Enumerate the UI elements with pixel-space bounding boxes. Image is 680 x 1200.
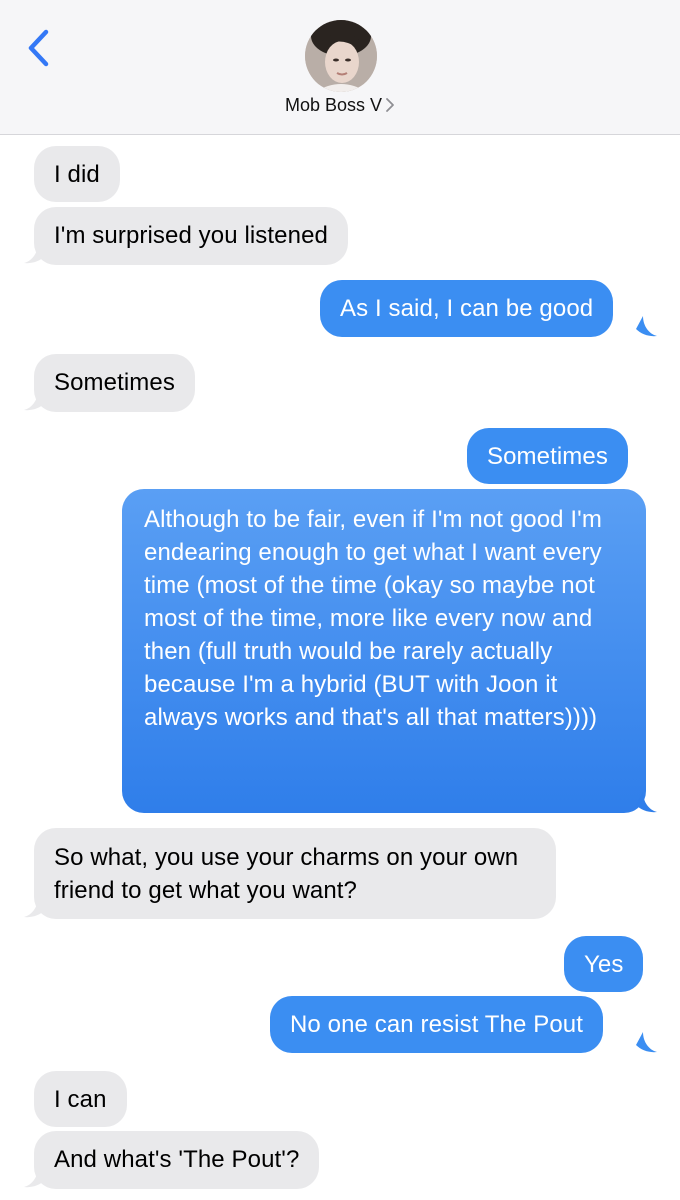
message-text: Although to be fair, even if I'm not goo… xyxy=(144,506,602,731)
message-text: So what, you use your charms on your own… xyxy=(54,844,519,904)
message-bubble-outgoing[interactable]: Yes xyxy=(564,936,644,992)
bubble-tail-icon xyxy=(24,1167,45,1188)
message-bubble-incoming[interactable]: And what's 'The Pout'? xyxy=(34,1131,320,1189)
bubble-tail-icon xyxy=(636,792,657,813)
bubble-tail-icon xyxy=(24,390,45,411)
message-text: Sometimes xyxy=(54,369,175,396)
message-text: I did xyxy=(54,161,100,188)
message-bubble-incoming[interactable]: I did xyxy=(34,146,120,202)
message-text: I'm surprised you listened xyxy=(54,222,328,249)
message-text: Sometimes xyxy=(487,443,608,470)
message-text: No one can resist The Pout xyxy=(290,1011,583,1038)
message-bubble-incoming[interactable]: I can xyxy=(34,1071,127,1127)
message-bubble-outgoing[interactable]: Sometimes xyxy=(467,428,628,484)
bubble-tail-icon xyxy=(636,316,657,337)
message-bubble-incoming[interactable]: Sometimes xyxy=(34,354,195,412)
message-bubble-outgoing[interactable]: Although to be fair, even if I'm not goo… xyxy=(122,489,646,813)
message-text: I can xyxy=(54,1086,107,1113)
bubble-tail-icon xyxy=(24,897,45,918)
message-bubble-outgoing[interactable]: No one can resist The Pout xyxy=(270,996,603,1053)
message-text: Yes xyxy=(584,951,624,978)
message-text: And what's 'The Pout'? xyxy=(54,1146,300,1173)
message-thread: I did I'm surprised you listened As I sa… xyxy=(0,0,680,1200)
message-text: As I said, I can be good xyxy=(340,295,594,322)
message-bubble-incoming[interactable]: So what, you use your charms on your own… xyxy=(34,828,556,919)
bubble-tail-icon xyxy=(636,1032,657,1053)
bubble-tail-icon xyxy=(24,243,45,264)
message-bubble-incoming[interactable]: I'm surprised you listened xyxy=(34,207,348,265)
message-bubble-outgoing[interactable]: As I said, I can be good xyxy=(320,280,614,337)
